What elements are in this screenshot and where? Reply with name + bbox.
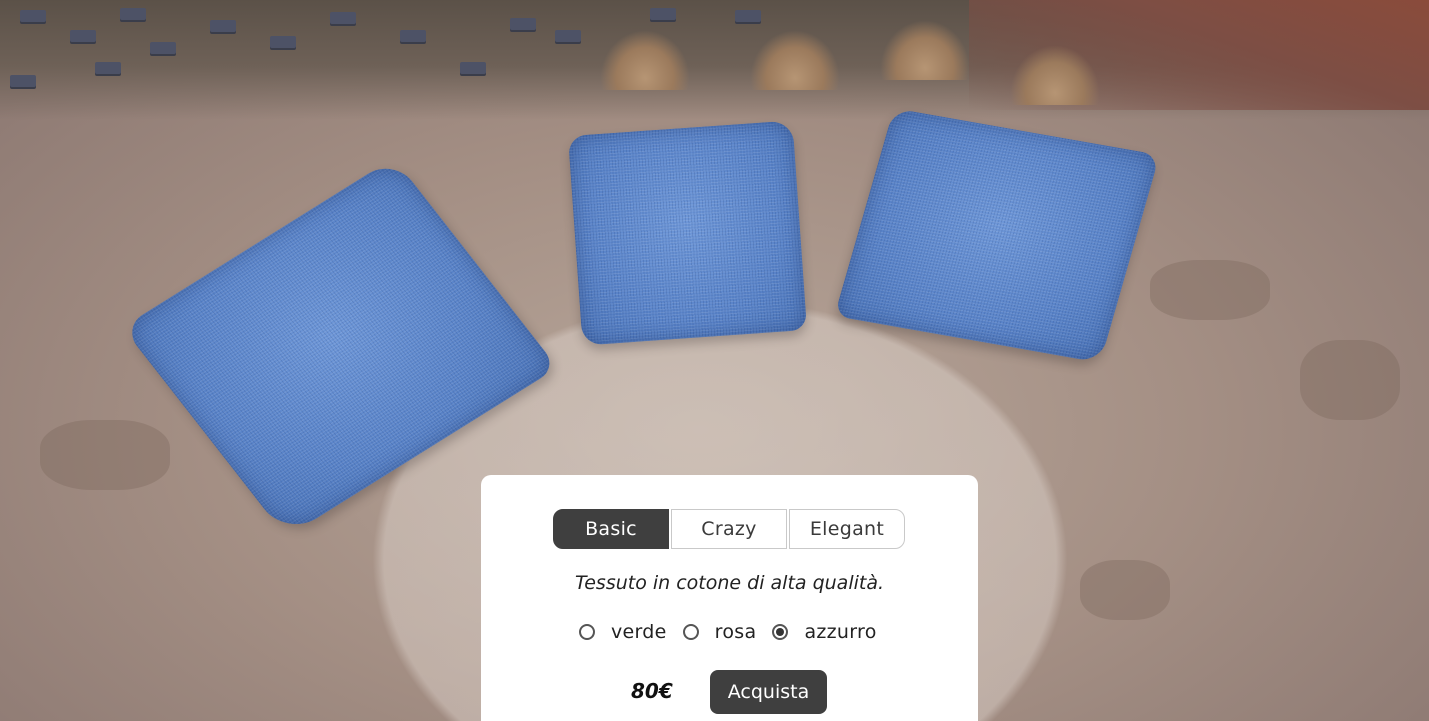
background-house — [270, 36, 296, 48]
radio-azzurro[interactable] — [772, 624, 789, 640]
color-options: verde rosa azzurro — [579, 621, 893, 643]
background-house — [210, 20, 236, 32]
background-grass — [1010, 45, 1100, 105]
pillow-model-right[interactable] — [834, 108, 1160, 363]
background-grass — [880, 20, 970, 80]
tab-elegant[interactable]: Elegant — [789, 509, 905, 549]
product-description: Tessuto in cotone di alta qualità. — [574, 572, 885, 594]
background-house — [330, 12, 356, 24]
background-rock — [1300, 340, 1400, 420]
radio-rosa[interactable] — [682, 624, 699, 640]
background-house — [460, 62, 486, 74]
background-house — [95, 62, 121, 74]
color-label: azzurro — [804, 621, 877, 643]
background-house — [735, 10, 761, 22]
background-house — [120, 8, 146, 20]
background-rock — [40, 420, 170, 490]
background-house — [10, 75, 36, 87]
background-rock — [1080, 560, 1170, 620]
background-house — [555, 30, 581, 42]
tab-crazy[interactable]: Crazy — [671, 509, 787, 549]
background-house — [510, 18, 536, 30]
background-grass — [750, 30, 840, 90]
background-house — [70, 30, 96, 42]
color-option-verde[interactable]: verde — [579, 621, 667, 643]
background-house — [20, 10, 46, 22]
tab-basic[interactable]: Basic — [553, 509, 669, 549]
product-3d-viewer[interactable]: Basic Crazy Elegant Tessuto in cotone di… — [0, 0, 1429, 721]
style-tabs: Basic Crazy Elegant — [553, 509, 905, 549]
background-house — [650, 8, 676, 20]
product-config-panel: Basic Crazy Elegant Tessuto in cotone di… — [481, 475, 978, 721]
background-grass — [600, 30, 690, 90]
color-option-azzurro[interactable]: azzurro — [772, 621, 876, 643]
radio-verde[interactable] — [579, 624, 595, 640]
color-label: verde — [611, 621, 667, 643]
background-rock — [1150, 260, 1270, 320]
pillow-model-middle[interactable] — [567, 120, 808, 346]
price: 80€ — [631, 679, 673, 703]
background-house — [400, 30, 426, 42]
background-house — [150, 42, 176, 54]
buy-button[interactable]: Acquista — [710, 670, 827, 714]
color-label: rosa — [714, 621, 757, 643]
color-option-rosa[interactable]: rosa — [682, 621, 757, 643]
